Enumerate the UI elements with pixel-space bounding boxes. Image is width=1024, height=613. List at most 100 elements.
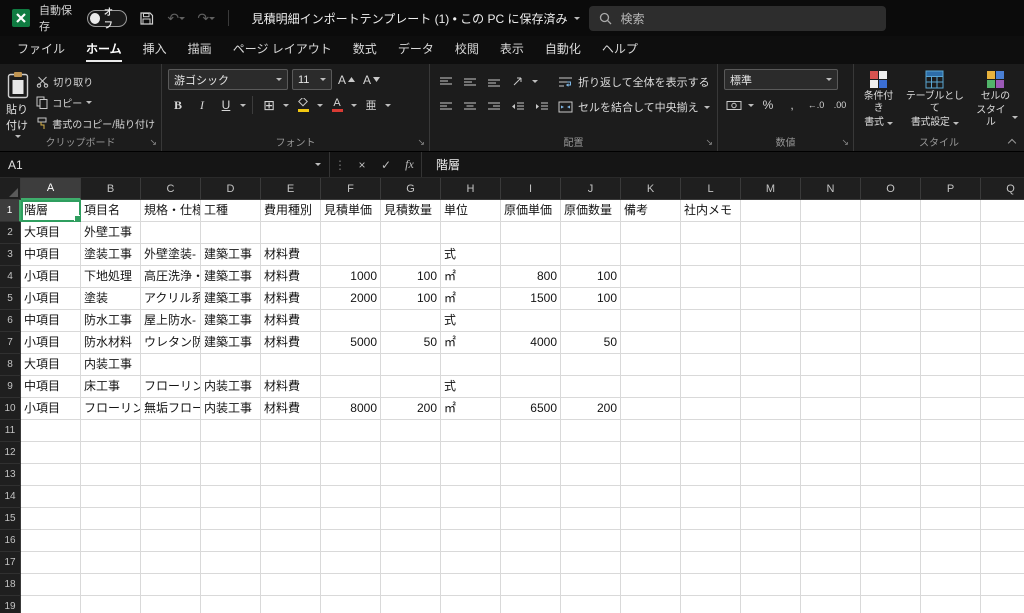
cell-I5[interactable]: 1500: [501, 288, 561, 310]
cell-I18[interactable]: [501, 574, 561, 596]
cell-L6[interactable]: [681, 310, 741, 332]
cell-K16[interactable]: [621, 530, 681, 552]
cell-I14[interactable]: [501, 486, 561, 508]
cell-Q13[interactable]: [981, 464, 1024, 486]
cell-I13[interactable]: [501, 464, 561, 486]
cell-O5[interactable]: [861, 288, 921, 310]
cell-E6[interactable]: 材料費: [261, 310, 321, 332]
cell-I10[interactable]: 6500: [501, 398, 561, 420]
cell-M13[interactable]: [741, 464, 801, 486]
column-header-I[interactable]: I: [501, 178, 561, 200]
cell-H15[interactable]: [441, 508, 501, 530]
row-header-12[interactable]: 12: [0, 442, 21, 464]
cell-G6[interactable]: [381, 310, 441, 332]
cell-B19[interactable]: [81, 596, 141, 613]
cell-C17[interactable]: [141, 552, 201, 574]
cell-O16[interactable]: [861, 530, 921, 552]
cell-G9[interactable]: [381, 376, 441, 398]
cell-N10[interactable]: [801, 398, 861, 420]
row-header-19[interactable]: 19: [0, 596, 21, 613]
cell-K4[interactable]: [621, 266, 681, 288]
cell-H7[interactable]: ㎡: [441, 332, 501, 354]
clipboard-dialog-launcher-icon[interactable]: ↘: [149, 137, 157, 148]
cell-D4[interactable]: 建築工事: [201, 266, 261, 288]
cell-E12[interactable]: [261, 442, 321, 464]
cell-O12[interactable]: [861, 442, 921, 464]
alignment-dialog-launcher-icon[interactable]: ↘: [705, 137, 713, 148]
tab-挿入[interactable]: 挿入: [133, 36, 177, 64]
column-header-L[interactable]: L: [681, 178, 741, 200]
cell-styles-button[interactable]: セルの スタイル: [973, 69, 1018, 135]
cell-B9[interactable]: 床工事: [81, 376, 141, 398]
cell-K5[interactable]: [621, 288, 681, 310]
column-header-F[interactable]: F: [321, 178, 381, 200]
cell-Q7[interactable]: [981, 332, 1024, 354]
select-all-corner[interactable]: [0, 178, 21, 200]
cell-L13[interactable]: [681, 464, 741, 486]
cell-J18[interactable]: [561, 574, 621, 596]
cell-E1[interactable]: 費用種別: [261, 200, 321, 222]
cell-L8[interactable]: [681, 354, 741, 376]
column-header-H[interactable]: H: [441, 178, 501, 200]
column-header-M[interactable]: M: [741, 178, 801, 200]
cell-P9[interactable]: [921, 376, 981, 398]
cell-Q18[interactable]: [981, 574, 1024, 596]
cell-B1[interactable]: 項目名: [81, 200, 141, 222]
cell-A13[interactable]: [21, 464, 81, 486]
cell-K9[interactable]: [621, 376, 681, 398]
font-color-button[interactable]: A: [327, 95, 347, 115]
cell-P13[interactable]: [921, 464, 981, 486]
orientation-chevron-icon[interactable]: [532, 79, 538, 83]
cell-H5[interactable]: ㎡: [441, 288, 501, 310]
cell-Q16[interactable]: [981, 530, 1024, 552]
cell-C14[interactable]: [141, 486, 201, 508]
row-header-5[interactable]: 5: [0, 288, 21, 310]
cell-J12[interactable]: [561, 442, 621, 464]
cell-A5[interactable]: 小項目: [21, 288, 81, 310]
column-header-Q[interactable]: Q: [981, 178, 1024, 200]
column-header-O[interactable]: O: [861, 178, 921, 200]
cell-B6[interactable]: 防水工事: [81, 310, 141, 332]
column-header-B[interactable]: B: [81, 178, 141, 200]
cell-F1[interactable]: 見積単価: [321, 200, 381, 222]
cell-C19[interactable]: [141, 596, 201, 613]
cell-A1[interactable]: 階層: [21, 200, 81, 222]
cell-B13[interactable]: [81, 464, 141, 486]
cell-E14[interactable]: [261, 486, 321, 508]
cell-K13[interactable]: [621, 464, 681, 486]
cell-H10[interactable]: ㎡: [441, 398, 501, 420]
cell-O18[interactable]: [861, 574, 921, 596]
tab-自動化[interactable]: 自動化: [535, 36, 591, 64]
cell-G5[interactable]: 100: [381, 288, 441, 310]
cell-Q12[interactable]: [981, 442, 1024, 464]
cell-B4[interactable]: 下地処理: [81, 266, 141, 288]
decrease-indent-icon[interactable]: [508, 96, 528, 116]
formula-bar-handle[interactable]: ⋮: [330, 152, 350, 177]
phonetic-guide-button[interactable]: 亜: [361, 95, 381, 115]
borders-button[interactable]: ⊞: [259, 95, 279, 115]
tab-データ[interactable]: データ: [388, 36, 444, 64]
align-center-icon[interactable]: [460, 96, 480, 116]
cell-Q10[interactable]: [981, 398, 1024, 420]
cell-L2[interactable]: [681, 222, 741, 244]
column-header-D[interactable]: D: [201, 178, 261, 200]
cell-O8[interactable]: [861, 354, 921, 376]
cell-H13[interactable]: [441, 464, 501, 486]
cell-K15[interactable]: [621, 508, 681, 530]
cell-F14[interactable]: [321, 486, 381, 508]
row-header-18[interactable]: 18: [0, 574, 21, 596]
cell-F4[interactable]: 1000: [321, 266, 381, 288]
cell-O2[interactable]: [861, 222, 921, 244]
merge-center-button[interactable]: セルを結合して中央揃え: [558, 96, 710, 118]
cell-I8[interactable]: [501, 354, 561, 376]
column-header-K[interactable]: K: [621, 178, 681, 200]
cell-A8[interactable]: 大項目: [21, 354, 81, 376]
tab-file[interactable]: ファイル: [7, 36, 75, 64]
search-box[interactable]: 検索: [589, 5, 887, 31]
cell-J15[interactable]: [561, 508, 621, 530]
column-header-C[interactable]: C: [141, 178, 201, 200]
cell-G14[interactable]: [381, 486, 441, 508]
cell-F17[interactable]: [321, 552, 381, 574]
cell-E15[interactable]: [261, 508, 321, 530]
cell-N12[interactable]: [801, 442, 861, 464]
